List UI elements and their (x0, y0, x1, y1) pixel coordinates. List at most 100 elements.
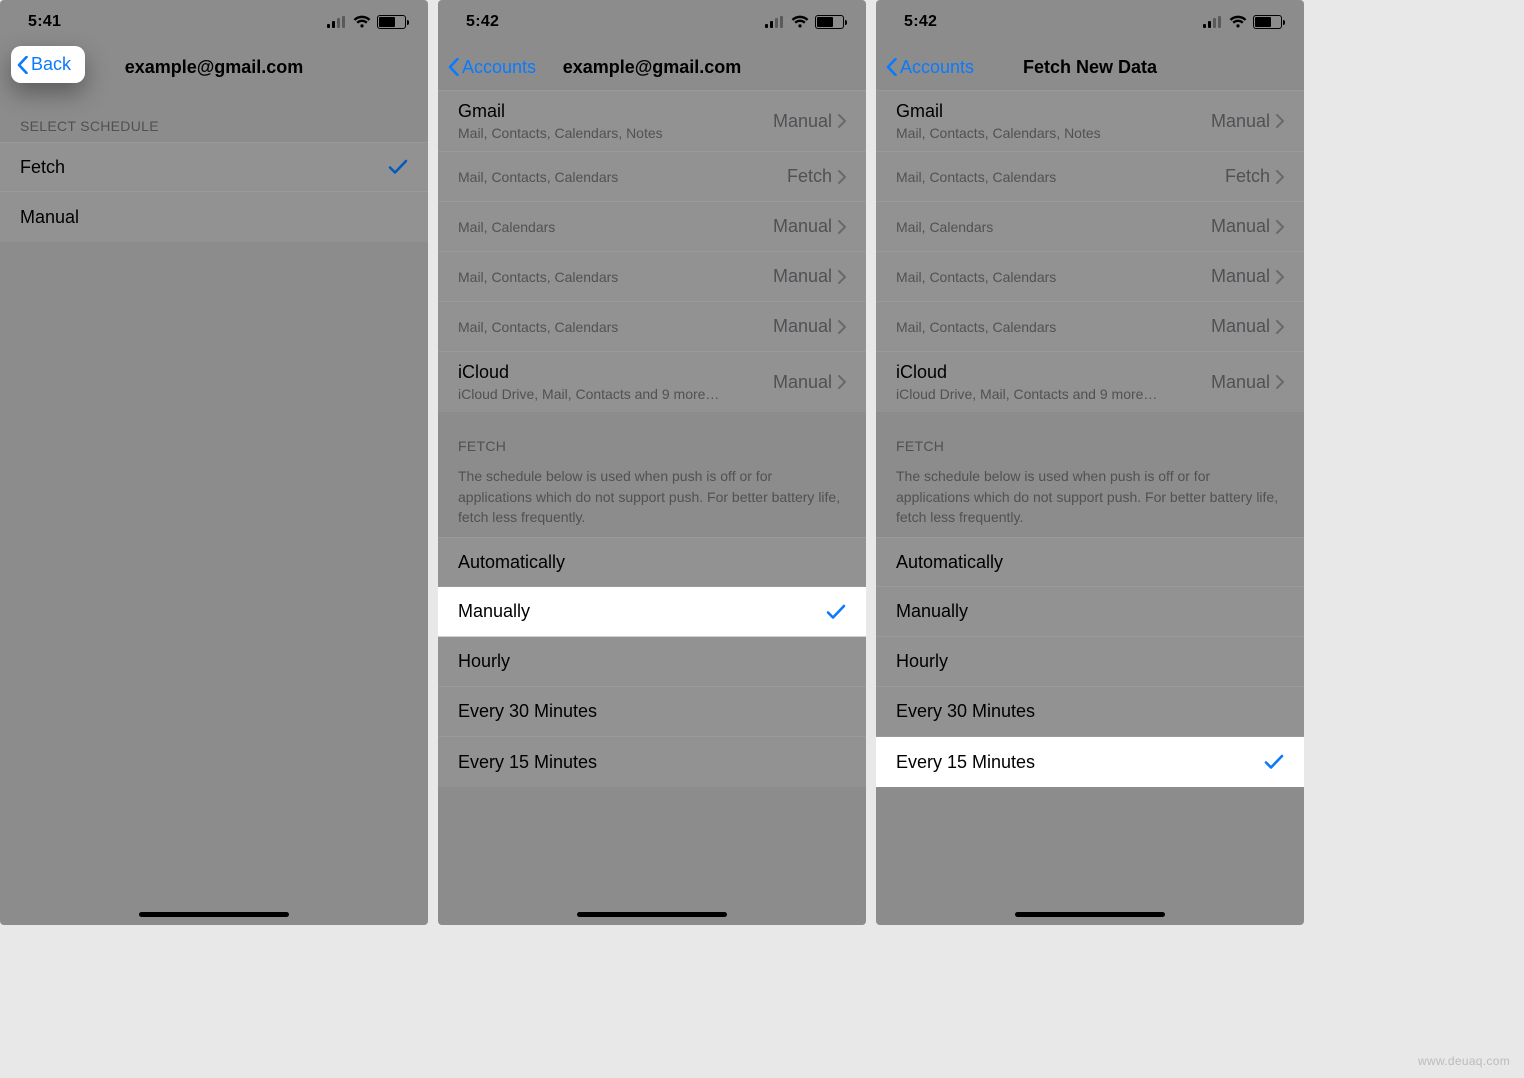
account-row[interactable]: iCloud iCloud Drive, Mail, Contacts and 9… (876, 352, 1304, 412)
account-value: Manual (1211, 266, 1270, 287)
wifi-icon (1229, 15, 1247, 29)
status-time: 5:41 (28, 13, 61, 31)
account-sub: iCloud Drive, Mail, Contacts and 9 more… (896, 386, 1211, 402)
nav-bar: Accounts example@gmail.com (438, 44, 866, 90)
home-indicator[interactable] (1015, 912, 1165, 917)
schedule-option[interactable]: Every 30 Minutes (438, 687, 866, 737)
schedule-option[interactable]: Hourly (438, 637, 866, 687)
chevron-right-icon (1276, 375, 1284, 389)
schedule-option[interactable]: Hourly (876, 637, 1304, 687)
schedule-option-manual[interactable]: Manual (0, 192, 428, 242)
check-icon (388, 159, 408, 175)
option-label: Fetch (20, 157, 388, 178)
option-label: Manually (896, 601, 1284, 622)
schedule-option[interactable]: Manually (876, 587, 1304, 637)
fetch-header: FETCH (896, 436, 1284, 456)
account-sub: Mail, Contacts, Calendars (458, 269, 773, 285)
status-bar: 5:42 (876, 0, 1304, 44)
option-label: Automatically (458, 552, 846, 573)
back-button[interactable]: Accounts (876, 57, 974, 78)
wifi-icon (353, 15, 371, 29)
account-value: Manual (773, 316, 832, 337)
account-sub: Mail, Calendars (896, 219, 1211, 235)
account-sub: Mail, Contacts, Calendars (896, 169, 1225, 185)
account-row[interactable]: Mail, CalendarsManual (876, 202, 1304, 252)
account-sub: Mail, Contacts, Calendars (458, 169, 787, 185)
schedule-option[interactable]: Automatically (876, 537, 1304, 587)
chevron-right-icon (1276, 270, 1284, 284)
account-value: Fetch (787, 166, 832, 187)
nav-bar: Accounts Fetch New Data (876, 44, 1304, 90)
status-time: 5:42 (466, 13, 499, 31)
chevron-right-icon (1276, 114, 1284, 128)
battery-icon (377, 15, 406, 29)
account-sub: iCloud Drive, Mail, Contacts and 9 more… (458, 386, 773, 402)
schedule-option[interactable]: Every 30 Minutes (876, 687, 1304, 737)
account-value: Manual (773, 372, 832, 393)
panel-3: 5:42 Accounts Fetch New Data Gmail Mail, … (876, 0, 1304, 925)
fetch-header: FETCH (458, 436, 846, 456)
option-label: Every 30 Minutes (458, 701, 846, 722)
battery-icon (815, 15, 844, 29)
account-row[interactable]: iCloudiCloud Drive, Mail, Contacts and 9… (438, 352, 866, 412)
chevron-left-icon (17, 56, 29, 74)
option-label: Hourly (896, 651, 1284, 672)
back-button[interactable]: Back (11, 46, 85, 83)
check-icon (1264, 754, 1284, 770)
account-row[interactable]: Mail, Contacts, CalendarsManual (876, 252, 1304, 302)
cell-signal-icon (1203, 16, 1223, 28)
home-indicator[interactable] (577, 912, 727, 917)
account-sub: Mail, Contacts, Calendars, Notes (896, 125, 1211, 141)
account-row[interactable]: GmailMail, Contacts, Calendars, NotesMan… (438, 90, 866, 152)
account-row[interactable]: Mail, Contacts, CalendarsManual (876, 302, 1304, 352)
panel-1: 5:41 example@gmail.com Back SELECT SCHED… (0, 0, 428, 925)
home-indicator[interactable] (139, 912, 289, 917)
account-sub: Mail, Contacts, Calendars (458, 319, 773, 335)
account-value: Manual (1211, 216, 1270, 237)
account-row[interactable]: Mail, Contacts, CalendarsManual (438, 302, 866, 352)
section-header: SELECT SCHEDULE (0, 90, 428, 142)
option-label: Every 30 Minutes (896, 701, 1284, 722)
watermark: www.deuaq.com (1418, 1054, 1510, 1068)
status-bar: 5:42 (438, 0, 866, 44)
option-label: Automatically (896, 552, 1284, 573)
account-name: Gmail (896, 101, 1211, 122)
option-label: Every 15 Minutes (896, 752, 1264, 773)
wifi-icon (791, 15, 809, 29)
fetch-note-text: The schedule below is used when push is … (896, 468, 1278, 525)
account-sub: Mail, Calendars (458, 219, 773, 235)
fetch-note-text: The schedule below is used when push is … (458, 468, 840, 525)
schedule-option-fetch[interactable]: Fetch (0, 142, 428, 192)
account-name: iCloud (896, 362, 1211, 383)
account-value: Manual (773, 216, 832, 237)
schedule-option[interactable]: Every 15 Minutes (438, 737, 866, 787)
account-row[interactable]: Mail, Contacts, CalendarsFetch (438, 152, 866, 202)
account-row[interactable]: Gmail Mail, Contacts, Calendars, NotesMan… (876, 90, 1304, 152)
chevron-right-icon (1276, 170, 1284, 184)
account-value: Manual (1211, 111, 1270, 132)
chevron-right-icon (838, 220, 846, 234)
chevron-left-icon (886, 58, 898, 76)
back-label: Back (31, 54, 71, 75)
option-label: Hourly (458, 651, 846, 672)
chevron-right-icon (838, 270, 846, 284)
option-label: Manually (458, 601, 826, 622)
status-time: 5:42 (904, 13, 937, 31)
schedule-option[interactable]: Manually (438, 587, 866, 637)
account-sub: Mail, Contacts, Calendars, Notes (458, 125, 773, 141)
option-label: Manual (20, 207, 408, 228)
fetch-note: FETCH The schedule below is used when pu… (438, 412, 866, 537)
account-sub: Mail, Contacts, Calendars (896, 269, 1211, 285)
status-bar: 5:41 (0, 0, 428, 44)
chevron-left-icon (448, 58, 460, 76)
schedule-option[interactable]: Every 15 Minutes (876, 737, 1304, 787)
schedule-option[interactable]: Automatically (438, 537, 866, 587)
account-row[interactable]: Mail, Contacts, CalendarsManual (438, 252, 866, 302)
chevron-right-icon (838, 170, 846, 184)
back-button[interactable]: Accounts (438, 57, 536, 78)
account-row[interactable]: Mail, Contacts, CalendarsFetch (876, 152, 1304, 202)
account-name: Gmail (458, 101, 773, 122)
chevron-right-icon (1276, 320, 1284, 334)
account-sub: Mail, Contacts, Calendars (896, 319, 1211, 335)
account-row[interactable]: Mail, CalendarsManual (438, 202, 866, 252)
